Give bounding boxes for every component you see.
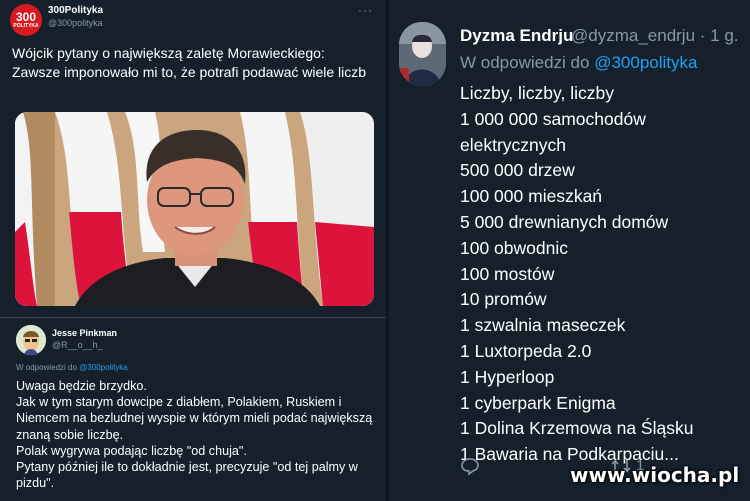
- avatar-300polityka[interactable]: 300 POLITYKA: [10, 4, 42, 36]
- reply-icon[interactable]: [460, 456, 480, 481]
- avatar-illustration: [16, 325, 46, 355]
- reply-prefix: W odpowiedzi do: [16, 363, 77, 372]
- more-options-icon[interactable]: ···: [358, 3, 373, 17]
- avatar-photo: [399, 22, 446, 86]
- photo-man-with-flags: [15, 112, 374, 306]
- avatar-subtext: POLITYKA: [13, 23, 39, 29]
- right-screenshot-panel: Dyzma Endrju @dyzma_endrju · 1 g. W odpo…: [389, 0, 750, 501]
- tweet-line: 5 000 drewnianych domów: [460, 211, 669, 232]
- tweet-line: 1 Hyperloop: [460, 366, 555, 387]
- tweet-text: Wójcik pytany o największą zaletę Morawi…: [12, 45, 367, 80]
- left-screenshot-panel: 300 POLITYKA 300Polityka @300polityka ··…: [0, 0, 386, 501]
- avatar-dyzma-endrju[interactable]: [399, 22, 446, 86]
- avatar-jesse-pinkman[interactable]: [16, 325, 46, 355]
- tweet-photo[interactable]: [15, 112, 374, 306]
- tweet-line: 1 000 000 samochodów elektrycznych: [460, 108, 646, 155]
- tweet-line: 500 000 drzew: [460, 160, 575, 181]
- tweet-text-lines: Liczby, liczby, liczby 1 000 000 samocho…: [460, 81, 745, 468]
- tweet-jesse-pinkman[interactable]: Jesse Pinkman @R__o__h_ W odpowiedzi do …: [0, 318, 386, 501]
- avatar-number: 300: [15, 10, 37, 24]
- author-name[interactable]: Dyzma Endrju: [460, 26, 573, 46]
- watermark: www.wiocha.pl: [570, 463, 740, 487]
- tweet-text: Uwaga będzie brzydko. Jak w tym starym d…: [16, 379, 373, 491]
- tweet-line: 100 000 mieszkań: [460, 186, 603, 207]
- tweet-line: 1 szwalnia maseczek: [460, 315, 626, 336]
- reply-to-link[interactable]: @300polityka: [79, 363, 128, 372]
- author-handle-and-time[interactable]: @dyzma_endrju · 1 g.: [571, 26, 739, 46]
- tweet-line: 100 mostów: [460, 263, 555, 284]
- tweet-line: Liczby, liczby, liczby: [460, 83, 614, 103]
- tweet-line: 1 cyberpark Enigma: [460, 392, 616, 413]
- reply-prefix: W odpowiedzi do: [460, 53, 590, 72]
- author-handle[interactable]: @300polityka: [48, 18, 103, 28]
- tweet-line: 100 obwodnic: [460, 237, 568, 258]
- tweet-line: 1 Luxtorpeda 2.0: [460, 340, 592, 361]
- tweet-line: 1 Dolina Krzemowa na Śląsku: [460, 418, 694, 439]
- reply-to-link[interactable]: @300polityka: [594, 53, 697, 72]
- author-name[interactable]: Jesse Pinkman: [52, 328, 117, 338]
- reply-context: W odpowiedzi do @300polityka: [16, 363, 128, 372]
- author-handle[interactable]: @R__o__h_: [52, 340, 103, 350]
- tweet-line: 10 promów: [460, 289, 547, 310]
- author-name[interactable]: 300Polityka: [48, 5, 103, 16]
- tweet-300polityka[interactable]: 300 POLITYKA 300Polityka @300polityka ··…: [0, 0, 386, 318]
- reply-context: W odpowiedzi do @300polityka: [460, 53, 697, 73]
